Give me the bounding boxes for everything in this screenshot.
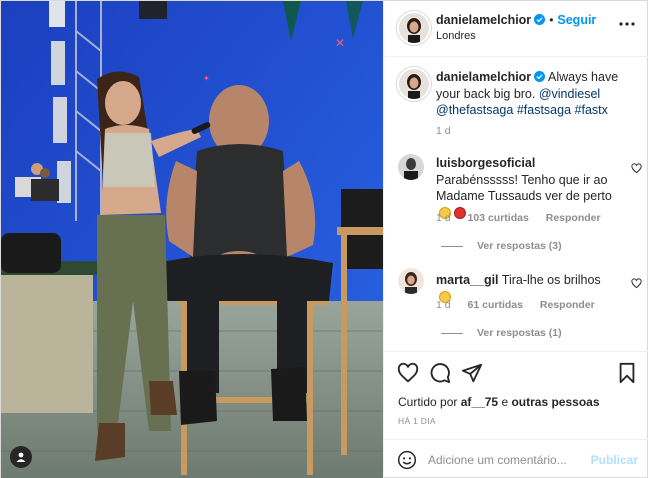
emoji-icon[interactable] bbox=[397, 450, 417, 470]
follow-button[interactable]: Seguir bbox=[557, 13, 596, 27]
liked-by-prefix: Curtido por bbox=[398, 395, 458, 409]
author-line: danielamelchior • Seguir bbox=[436, 13, 596, 27]
caption-meta: 1 d bbox=[436, 125, 465, 137]
comment-username[interactable]: marta__gil bbox=[436, 273, 499, 287]
comment-age[interactable]: 1 d bbox=[436, 299, 451, 311]
comment-meta: 1 d 61 curtidas Responder bbox=[436, 299, 609, 311]
hashtag-link[interactable]: #fastsaga bbox=[517, 103, 571, 117]
reply-button[interactable]: Responder bbox=[546, 212, 601, 224]
view-replies-button[interactable]: Ver respostas (1) bbox=[436, 327, 562, 339]
add-comment-bar: Publicar bbox=[384, 439, 648, 478]
author-username[interactable]: danielamelchior bbox=[436, 13, 531, 27]
comment-meta: 1 d 103 curtidas Responder bbox=[436, 212, 615, 224]
separator-dot: • bbox=[549, 13, 554, 27]
commenter-avatar[interactable] bbox=[398, 154, 424, 180]
post-photo-illustration: ✕ ✦ bbox=[1, 1, 383, 478]
replies-divider bbox=[441, 245, 463, 247]
comment-body: Parabénsssss! Tenho que ir ao Madame Tus… bbox=[436, 172, 612, 204]
comment-username[interactable]: luisborgesoficial bbox=[436, 156, 535, 170]
user-tag-icon bbox=[16, 452, 26, 462]
author-avatar-ring[interactable] bbox=[396, 10, 432, 46]
post-timestamp[interactable]: HÁ 1 DIA bbox=[398, 416, 436, 426]
post-comment-button[interactable]: Publicar bbox=[591, 453, 638, 467]
comment-like-heart-icon[interactable] bbox=[631, 278, 642, 289]
comment-age[interactable]: 1 d bbox=[436, 212, 451, 224]
commenter-avatar[interactable] bbox=[398, 268, 424, 294]
liked-by-others[interactable]: outras pessoas bbox=[511, 395, 599, 409]
liked-by-conjunction: e bbox=[501, 395, 509, 409]
comment-like-heart-icon[interactable] bbox=[631, 163, 642, 174]
svg-text:✦: ✦ bbox=[203, 74, 210, 83]
reply-button[interactable]: Responder bbox=[540, 299, 595, 311]
view-replies-label: Ver respostas (1) bbox=[477, 327, 562, 339]
view-replies-label: Ver respostas (3) bbox=[477, 240, 562, 252]
heart-icon[interactable] bbox=[397, 362, 419, 384]
comment-likes[interactable]: 103 curtidas bbox=[468, 212, 529, 224]
liked-by: Curtido por af__75 e outras pessoas bbox=[398, 395, 600, 409]
caption-text: danielamelchior Always have your back bi… bbox=[436, 69, 636, 119]
verified-badge-icon bbox=[534, 71, 546, 82]
author-avatar bbox=[399, 13, 429, 43]
post-photo[interactable]: ✕ ✦ bbox=[1, 1, 383, 478]
more-options-icon[interactable] bbox=[618, 21, 636, 27]
comments-list[interactable]: danielamelchior Always have your back bi… bbox=[384, 57, 648, 351]
post-side-panel: danielamelchior • Seguir Londres daniela… bbox=[383, 1, 648, 478]
post-header: danielamelchior • Seguir Londres bbox=[384, 1, 648, 57]
replies-divider bbox=[441, 332, 463, 334]
caption-username[interactable]: danielamelchior bbox=[436, 70, 531, 84]
verified-badge-icon bbox=[534, 14, 546, 25]
liked-by-user[interactable]: af__75 bbox=[461, 395, 498, 409]
caption-avatar-ring[interactable] bbox=[396, 66, 432, 102]
post-location[interactable]: Londres bbox=[436, 30, 476, 42]
instagram-post-modal: ✕ ✦ danielamelchior • Seguir Londres dan… bbox=[0, 0, 648, 478]
hashtag-link[interactable]: #fastx bbox=[575, 103, 608, 117]
view-replies-button[interactable]: Ver respostas (3) bbox=[436, 240, 562, 252]
user-tag-button[interactable] bbox=[10, 446, 32, 468]
share-icon[interactable] bbox=[461, 362, 483, 384]
caption-age[interactable]: 1 d bbox=[436, 125, 451, 137]
bookmark-icon[interactable] bbox=[616, 362, 638, 384]
post-actions: Curtido por af__75 e outras pessoas HÁ 1… bbox=[384, 351, 648, 478]
svg-text:✕: ✕ bbox=[335, 36, 345, 50]
mention-link[interactable]: @thefastsaga bbox=[436, 103, 513, 117]
comment-body: Tira-lhe os brilhos bbox=[501, 273, 601, 287]
comment-icon[interactable] bbox=[429, 362, 451, 384]
add-comment-input[interactable] bbox=[428, 451, 588, 469]
caption-avatar bbox=[399, 69, 429, 99]
comment-likes[interactable]: 61 curtidas bbox=[468, 299, 523, 311]
mention-link[interactable]: @vindiesel bbox=[539, 87, 600, 101]
